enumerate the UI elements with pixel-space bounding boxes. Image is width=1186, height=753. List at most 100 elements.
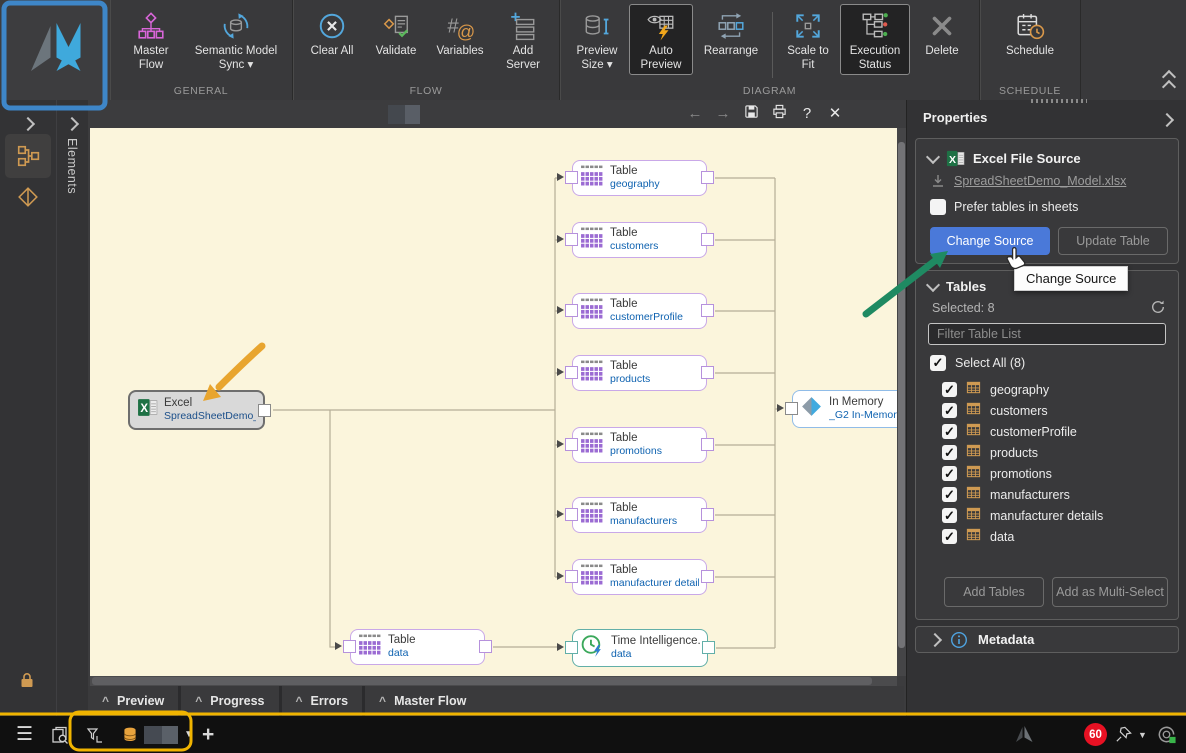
scale-to-fit-button[interactable]: Scale to Fit bbox=[778, 4, 838, 75]
node-manufacturers[interactable]: Table manufacturers bbox=[557, 497, 714, 533]
node-in-memory[interactable]: In Memory _G2 In-Memory bbox=[777, 390, 897, 428]
rearrange-button[interactable]: Rearrange bbox=[695, 4, 767, 62]
schedule-button[interactable]: Schedule bbox=[987, 4, 1073, 62]
app-logo[interactable] bbox=[0, 0, 110, 100]
output-port[interactable] bbox=[701, 304, 714, 317]
table-grid-icon bbox=[359, 634, 381, 654]
dock-tab-preview[interactable]: ^ Preview bbox=[88, 686, 179, 716]
table-list-item-data[interactable]: ✓ data bbox=[942, 526, 1170, 547]
table-list-item-geography[interactable]: ✓ geography bbox=[942, 379, 1170, 400]
panel-splitter-grip[interactable] bbox=[1031, 99, 1087, 103]
output-port[interactable] bbox=[701, 233, 714, 246]
lock-icon[interactable] bbox=[19, 672, 35, 694]
preview-size-button[interactable]: Preview Size ▾ bbox=[567, 4, 627, 75]
node-promotions[interactable]: Table promotions bbox=[557, 427, 714, 463]
pin-icon[interactable] bbox=[1114, 716, 1133, 753]
variables-button[interactable]: # @ Variables bbox=[428, 4, 492, 62]
output-port[interactable] bbox=[701, 438, 714, 451]
elements-expand-button[interactable] bbox=[64, 116, 80, 134]
output-port[interactable] bbox=[701, 508, 714, 521]
preview-pages-icon[interactable] bbox=[50, 716, 70, 753]
auto-preview-button[interactable]: Auto Preview bbox=[629, 4, 693, 76]
connection-status-icon[interactable] bbox=[1156, 716, 1177, 753]
output-port[interactable] bbox=[701, 171, 714, 184]
node-geography[interactable]: Table geography bbox=[557, 160, 714, 196]
delete-button[interactable]: Delete bbox=[912, 4, 972, 62]
sidebar-tab-flow[interactable] bbox=[5, 134, 51, 178]
table-checkbox[interactable]: ✓ bbox=[942, 382, 957, 397]
master-flow-button[interactable]: Master Flow bbox=[117, 4, 185, 75]
collapse-panel-button[interactable] bbox=[1159, 112, 1175, 130]
node-products[interactable]: Table products bbox=[557, 355, 714, 391]
add-server-button[interactable]: Add Server bbox=[494, 4, 552, 75]
table-checkbox[interactable]: ✓ bbox=[942, 529, 957, 544]
validate-button[interactable]: Validate bbox=[366, 4, 426, 62]
caret-down-icon[interactable]: ▼ bbox=[1138, 716, 1147, 753]
add-tab-button[interactable]: + bbox=[202, 716, 214, 753]
source-file-link[interactable]: SpreadSheetDemo_Model.xlsx bbox=[954, 174, 1126, 188]
print-icon[interactable] bbox=[770, 104, 788, 125]
node-excel[interactable]: X Excel SpreadSheetDemo_... bbox=[128, 390, 271, 430]
output-port[interactable] bbox=[701, 570, 714, 583]
table-checkbox[interactable]: ✓ bbox=[942, 445, 957, 460]
table-list-item-customers[interactable]: ✓ customers bbox=[942, 400, 1170, 421]
chevron-down-icon[interactable] bbox=[925, 149, 941, 164]
output-port[interactable] bbox=[479, 640, 492, 653]
ribbon-collapse-button[interactable] bbox=[1161, 69, 1177, 95]
table-name: customerProfile bbox=[990, 424, 1077, 439]
clear-all-button[interactable]: Clear All bbox=[300, 4, 364, 62]
metadata-card[interactable]: Metadata bbox=[915, 626, 1179, 653]
chevron-down-icon[interactable] bbox=[925, 277, 941, 292]
table-checkbox[interactable]: ✓ bbox=[942, 403, 957, 418]
sidebar-tab-model[interactable] bbox=[17, 186, 39, 213]
table-checkbox[interactable]: ✓ bbox=[942, 424, 957, 439]
node-customers[interactable]: Table customers bbox=[557, 222, 714, 258]
save-icon[interactable] bbox=[742, 104, 760, 125]
svg-text:X: X bbox=[949, 155, 956, 166]
table-list-item-products[interactable]: ✓ products bbox=[942, 442, 1170, 463]
output-port[interactable] bbox=[701, 366, 714, 379]
node-time-intelligence[interactable]: Time Intelligence... data bbox=[557, 629, 715, 667]
caret-down-icon[interactable]: ▼ bbox=[184, 729, 194, 740]
select-all-row[interactable]: ✓ Select All (8) bbox=[930, 355, 1025, 371]
update-table-button[interactable]: Update Table bbox=[1058, 227, 1168, 255]
table-list-item-customerProfile[interactable]: ✓ customerProfile bbox=[942, 421, 1170, 442]
flow-diagram-canvas[interactable]: X Excel SpreadSheetDemo_... Table geogra… bbox=[90, 128, 897, 676]
table-list-item-manufacturer-details[interactable]: ✓ manufacturer details bbox=[942, 505, 1170, 526]
semantic-model-sync-button[interactable]: Semantic Model Sync ▾ bbox=[187, 4, 285, 75]
dataset-tab[interactable]: ▼ bbox=[122, 716, 194, 753]
filter-icon[interactable] bbox=[84, 716, 104, 753]
elements-panel-label[interactable]: Elements bbox=[65, 138, 79, 194]
table-list-item-promotions[interactable]: ✓ promotions bbox=[942, 463, 1170, 484]
execution-status-button[interactable]: Execution Status bbox=[840, 4, 910, 76]
node-data[interactable]: Table data bbox=[335, 629, 492, 665]
table-list-item-manufacturers[interactable]: ✓ manufacturers bbox=[942, 484, 1170, 505]
back-icon[interactable]: ← bbox=[686, 104, 704, 124]
output-port[interactable] bbox=[702, 641, 715, 654]
dock-tab-master-flow[interactable]: ^ Master Flow bbox=[365, 686, 904, 716]
node-name-label: data bbox=[388, 647, 409, 660]
select-all-checkbox[interactable]: ✓ bbox=[930, 355, 946, 371]
filter-table-input[interactable] bbox=[928, 323, 1166, 345]
sidebar-expand-button[interactable] bbox=[20, 116, 36, 134]
table-checkbox[interactable]: ✓ bbox=[942, 487, 957, 502]
canvas-horizontal-scrollbar[interactable] bbox=[90, 676, 897, 686]
canvas-vertical-scrollbar[interactable] bbox=[897, 128, 906, 676]
refresh-icon[interactable] bbox=[1150, 299, 1166, 320]
add-tables-button[interactable]: Add Tables bbox=[944, 577, 1044, 607]
change-source-button[interactable]: Change Source bbox=[930, 227, 1050, 255]
notification-badge[interactable]: 60 bbox=[1084, 716, 1107, 753]
table-checkbox[interactable]: ✓ bbox=[942, 508, 957, 523]
add-multi-select-button[interactable]: Add as Multi-Select bbox=[1052, 577, 1168, 607]
node-manufacturer-details[interactable]: Table manufacturer details... bbox=[557, 559, 714, 595]
table-checkbox[interactable]: ✓ bbox=[942, 466, 957, 481]
forward-icon[interactable]: → bbox=[714, 104, 732, 124]
dock-tab-errors[interactable]: ^ Errors bbox=[281, 686, 363, 716]
close-canvas-icon[interactable]: ✕ bbox=[826, 104, 844, 124]
prefer-tables-checkbox[interactable] bbox=[930, 199, 946, 215]
node-customerProfile[interactable]: Table customerProfile bbox=[557, 293, 714, 329]
help-icon[interactable]: ? bbox=[798, 104, 816, 124]
menu-icon[interactable]: ☰ bbox=[16, 716, 33, 753]
dock-tab-progress[interactable]: ^ Progress bbox=[181, 686, 279, 716]
output-port[interactable] bbox=[258, 404, 271, 417]
